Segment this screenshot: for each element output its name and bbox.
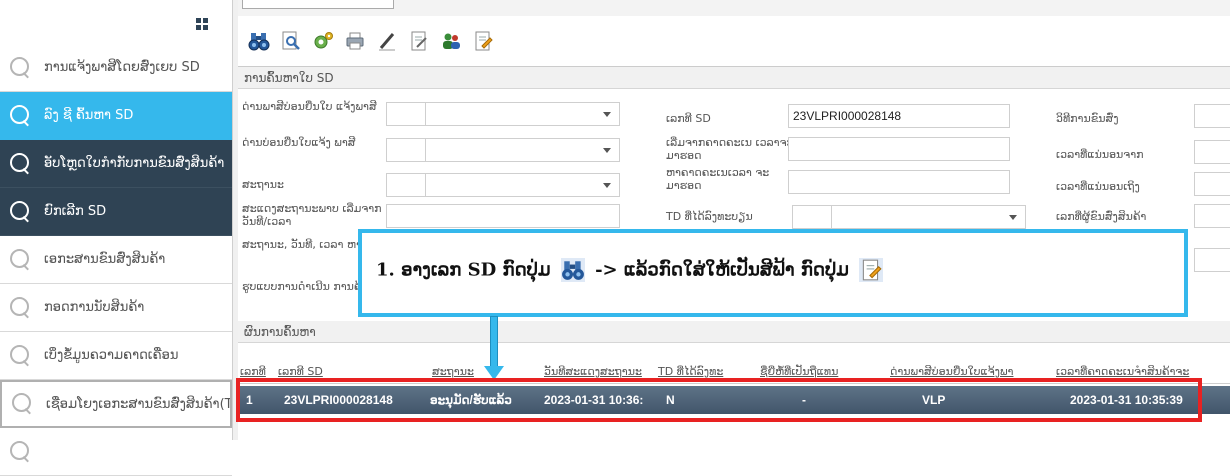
print-icon[interactable] bbox=[344, 30, 366, 52]
search-icon bbox=[10, 391, 36, 417]
sidebar-item-goods-count[interactable]: ກອດການນັບສິນຄ້າ bbox=[0, 284, 232, 332]
sidebar-item-label: ລົງ ຊີ ຄົ້ນຫາ SD bbox=[44, 108, 134, 123]
pointer-arrow bbox=[490, 316, 498, 372]
top-strip bbox=[238, 0, 1230, 17]
row-highlight-box bbox=[236, 378, 1202, 422]
sidebar-item-more[interactable] bbox=[0, 428, 232, 476]
toolbar bbox=[238, 16, 1230, 67]
search-icon bbox=[8, 151, 34, 177]
tax-office-select[interactable] bbox=[386, 102, 620, 126]
search-icon bbox=[8, 103, 34, 129]
col-header[interactable]: ເວລາທີ່ຄາດຄະເນຈຳສິນຄ້າຈະ bbox=[1056, 365, 1189, 378]
from-time-label: ເລີ່ມຈາກຄາດຄະເນ ເວລາຈະມາຮອດ bbox=[666, 136, 794, 162]
users-icon[interactable] bbox=[440, 30, 462, 52]
declare-office-select[interactable] bbox=[386, 138, 620, 162]
results-section-header: ຜົນການຄົ້ນຫາ bbox=[238, 321, 1230, 343]
instruction-number: 1. bbox=[376, 259, 395, 281]
settings-icon[interactable] bbox=[312, 30, 334, 52]
sidebar-item-cancel-sd[interactable]: ຍົກເລີກ SD bbox=[0, 188, 232, 236]
to-time-label: ຫາຄາດຄະເນເວລາ ຈະມາຮອດ bbox=[666, 166, 770, 192]
td-label: TD ທີ່ໄດ້ລົງທະບຽນ bbox=[666, 210, 753, 223]
search-section-header: ການຄົ້ນຫາໃບ SD bbox=[238, 67, 1230, 89]
col-header[interactable]: ເລກທີ SD bbox=[278, 365, 323, 378]
sidebar-item-label: ເບິ່ງຂໍ້ມູນຄວາມຄາດເຄື່ອນ bbox=[44, 348, 179, 363]
search-icon bbox=[8, 199, 34, 225]
accept-from-label: ເວລາທີ່ແນ່ນອນຈາກ bbox=[1056, 148, 1144, 161]
sidebar-item-label: ອັບໂຫຼດໃບກຳກັບການຂົນສົ່ງສິນຄ້າ bbox=[44, 156, 225, 171]
col-header[interactable]: ຊື່ຍີ່ຫໍ້ທີ່ເປັນຖືແທນ bbox=[760, 365, 838, 378]
instruction-text: 1. ອາງເລກ SD ກົດປຸ່ມ -> ແລ້ວກົດໃສ່ໃຫ້ເປັ… bbox=[376, 258, 887, 282]
status-date-label: ສະແດງສະຖານະພາບ ເລີ່ມຈາກວັນທີ/ເວລາ bbox=[242, 202, 382, 228]
sidebar-item-label: ເຊື່ອມໂຍງເອກະສານຂົນສົ່ງສິນຄ້າ(T bbox=[46, 396, 232, 412]
grid-menu-icon[interactable] bbox=[196, 18, 208, 30]
binoculars-icon bbox=[560, 258, 585, 282]
sidebar-item-label: ການແຈ້ງພາສີໂດຍສົ່ງເຍບ SD bbox=[44, 60, 200, 75]
sidebar-item-link-docs[interactable]: ເຊື່ອມໂຍງເອກະສານຂົນສົ່ງສິນຄ້າ(T bbox=[0, 380, 232, 428]
document-icon[interactable] bbox=[408, 30, 430, 52]
sidebar-item-label: ຍົກເລີກ SD bbox=[44, 204, 107, 219]
transport-label: ວິທີການຂົນສົ່ງ bbox=[1056, 112, 1119, 125]
goods-no-input[interactable] bbox=[1194, 204, 1230, 228]
chevron-down-icon bbox=[1009, 215, 1017, 220]
accept-from-input[interactable] bbox=[1194, 140, 1230, 164]
edit-icon[interactable] bbox=[376, 30, 398, 52]
sidebar-header bbox=[0, 0, 232, 40]
chevron-down-icon bbox=[603, 148, 611, 153]
accept-to-label: ເວລາທີ່ແນ່ນອນເຖິງ bbox=[1056, 180, 1140, 193]
status-select[interactable] bbox=[386, 173, 620, 197]
declare-office-label: ດ່ານບ່ອນຍື່ນໃບແຈ້ງ ພາສີ bbox=[242, 136, 356, 149]
search-icon bbox=[8, 439, 34, 465]
sidebar-item-transport-docs[interactable]: ເອກະສານຂົນສົ່ງສິນຄ້າ bbox=[0, 236, 232, 284]
sidebar-item-search-sd[interactable]: ລົງ ຊີ ຄົ້ນຫາ SD bbox=[0, 92, 232, 140]
extra-input[interactable] bbox=[1194, 248, 1230, 272]
tax-office-label: ດ່ານພາສີບ່ອນຍື່ນໃບ ແຈ້ງພາສີ bbox=[242, 100, 377, 113]
approve-document-icon bbox=[859, 258, 884, 282]
main-panel: ການຄົ້ນຫາໃບ SD ດ່ານພາສີບ່ອນຍື່ນໃບ ແຈ້ງພາ… bbox=[238, 0, 1230, 440]
col-header[interactable]: ເລກທີ bbox=[240, 365, 266, 378]
sidebar-item-upload-waybill[interactable]: ອັບໂຫຼດໃບກຳກັບການຂົນສົ່ງສິນຄ້າ bbox=[0, 140, 232, 188]
search-section-title: ການຄົ້ນຫາໃບ SD bbox=[244, 71, 334, 85]
sidebar-item-declare-sd[interactable]: ການແຈ້ງພາສີໂດຍສົ່ງເຍບ SD bbox=[0, 44, 232, 92]
instruction-text-before: ອາງເລກ SD ກົດປຸ່ມ bbox=[401, 259, 551, 281]
to-time-input[interactable] bbox=[788, 170, 1010, 194]
search-icon bbox=[8, 55, 34, 81]
approve-document-icon[interactable] bbox=[472, 30, 494, 52]
results-section-title: ຜົນການຄົ້ນຫາ bbox=[244, 325, 316, 339]
status-date-input[interactable] bbox=[386, 204, 620, 228]
binoculars-icon[interactable] bbox=[248, 30, 270, 52]
col-header[interactable]: TD ທີ່ໄດ້ລົງທະ bbox=[658, 365, 723, 378]
col-header[interactable]: ດ່ານພາສີບ່ອນຍື່ນໃບແຈ້ງພາ bbox=[890, 365, 1013, 378]
tab-stub[interactable] bbox=[242, 0, 394, 9]
col-header[interactable]: ສະຖານະ bbox=[432, 365, 474, 378]
transport-input[interactable] bbox=[1194, 104, 1230, 128]
sd-number-label: ເລກທີ SD bbox=[666, 112, 711, 125]
search-icon bbox=[8, 343, 34, 369]
instruction-callout: 1. ອາງເລກ SD ກົດປຸ່ມ -> ແລ້ວກົດໃສ່ໃຫ້ເປັ… bbox=[358, 229, 1188, 317]
td-select[interactable] bbox=[792, 205, 1026, 229]
sd-number-input[interactable]: 23VLPRI000028148 bbox=[788, 104, 1010, 128]
chevron-down-icon bbox=[603, 112, 611, 117]
sidebar-item-label: ເອກະສານຂົນສົ່ງສິນຄ້າ bbox=[44, 252, 166, 267]
sidebar-item-label: ກອດການນັບສິນຄ້າ bbox=[44, 300, 145, 315]
search-icon bbox=[8, 295, 34, 321]
sidebar-item-discrepancy[interactable]: ເບິ່ງຂໍ້ມູນຄວາມຄາດເຄື່ອນ bbox=[0, 332, 232, 380]
col-header[interactable]: ວັນທີສະແດງສະຖານະ bbox=[544, 365, 642, 378]
chevron-down-icon bbox=[603, 183, 611, 188]
search-icon bbox=[8, 247, 34, 273]
instruction-text-middle: -> ແລ້ວກົດໃສ່ໃຫ້ເປັນສີຟ້າ ກົດປຸ່ມ bbox=[595, 259, 849, 281]
sidebar: ການແຈ້ງພາສີໂດຍສົ່ງເຍບ SD ລົງ ຊີ ຄົ້ນຫາ S… bbox=[0, 0, 232, 476]
from-time-input[interactable] bbox=[788, 137, 1010, 161]
status-label: ສະຖານະ bbox=[242, 178, 284, 191]
goods-no-label: ເລກທີ່ຜູ້ຂົນສົ່ງສິນຄ້າ bbox=[1056, 210, 1147, 223]
accept-to-input[interactable] bbox=[1194, 172, 1230, 196]
preview-icon[interactable] bbox=[280, 30, 302, 52]
